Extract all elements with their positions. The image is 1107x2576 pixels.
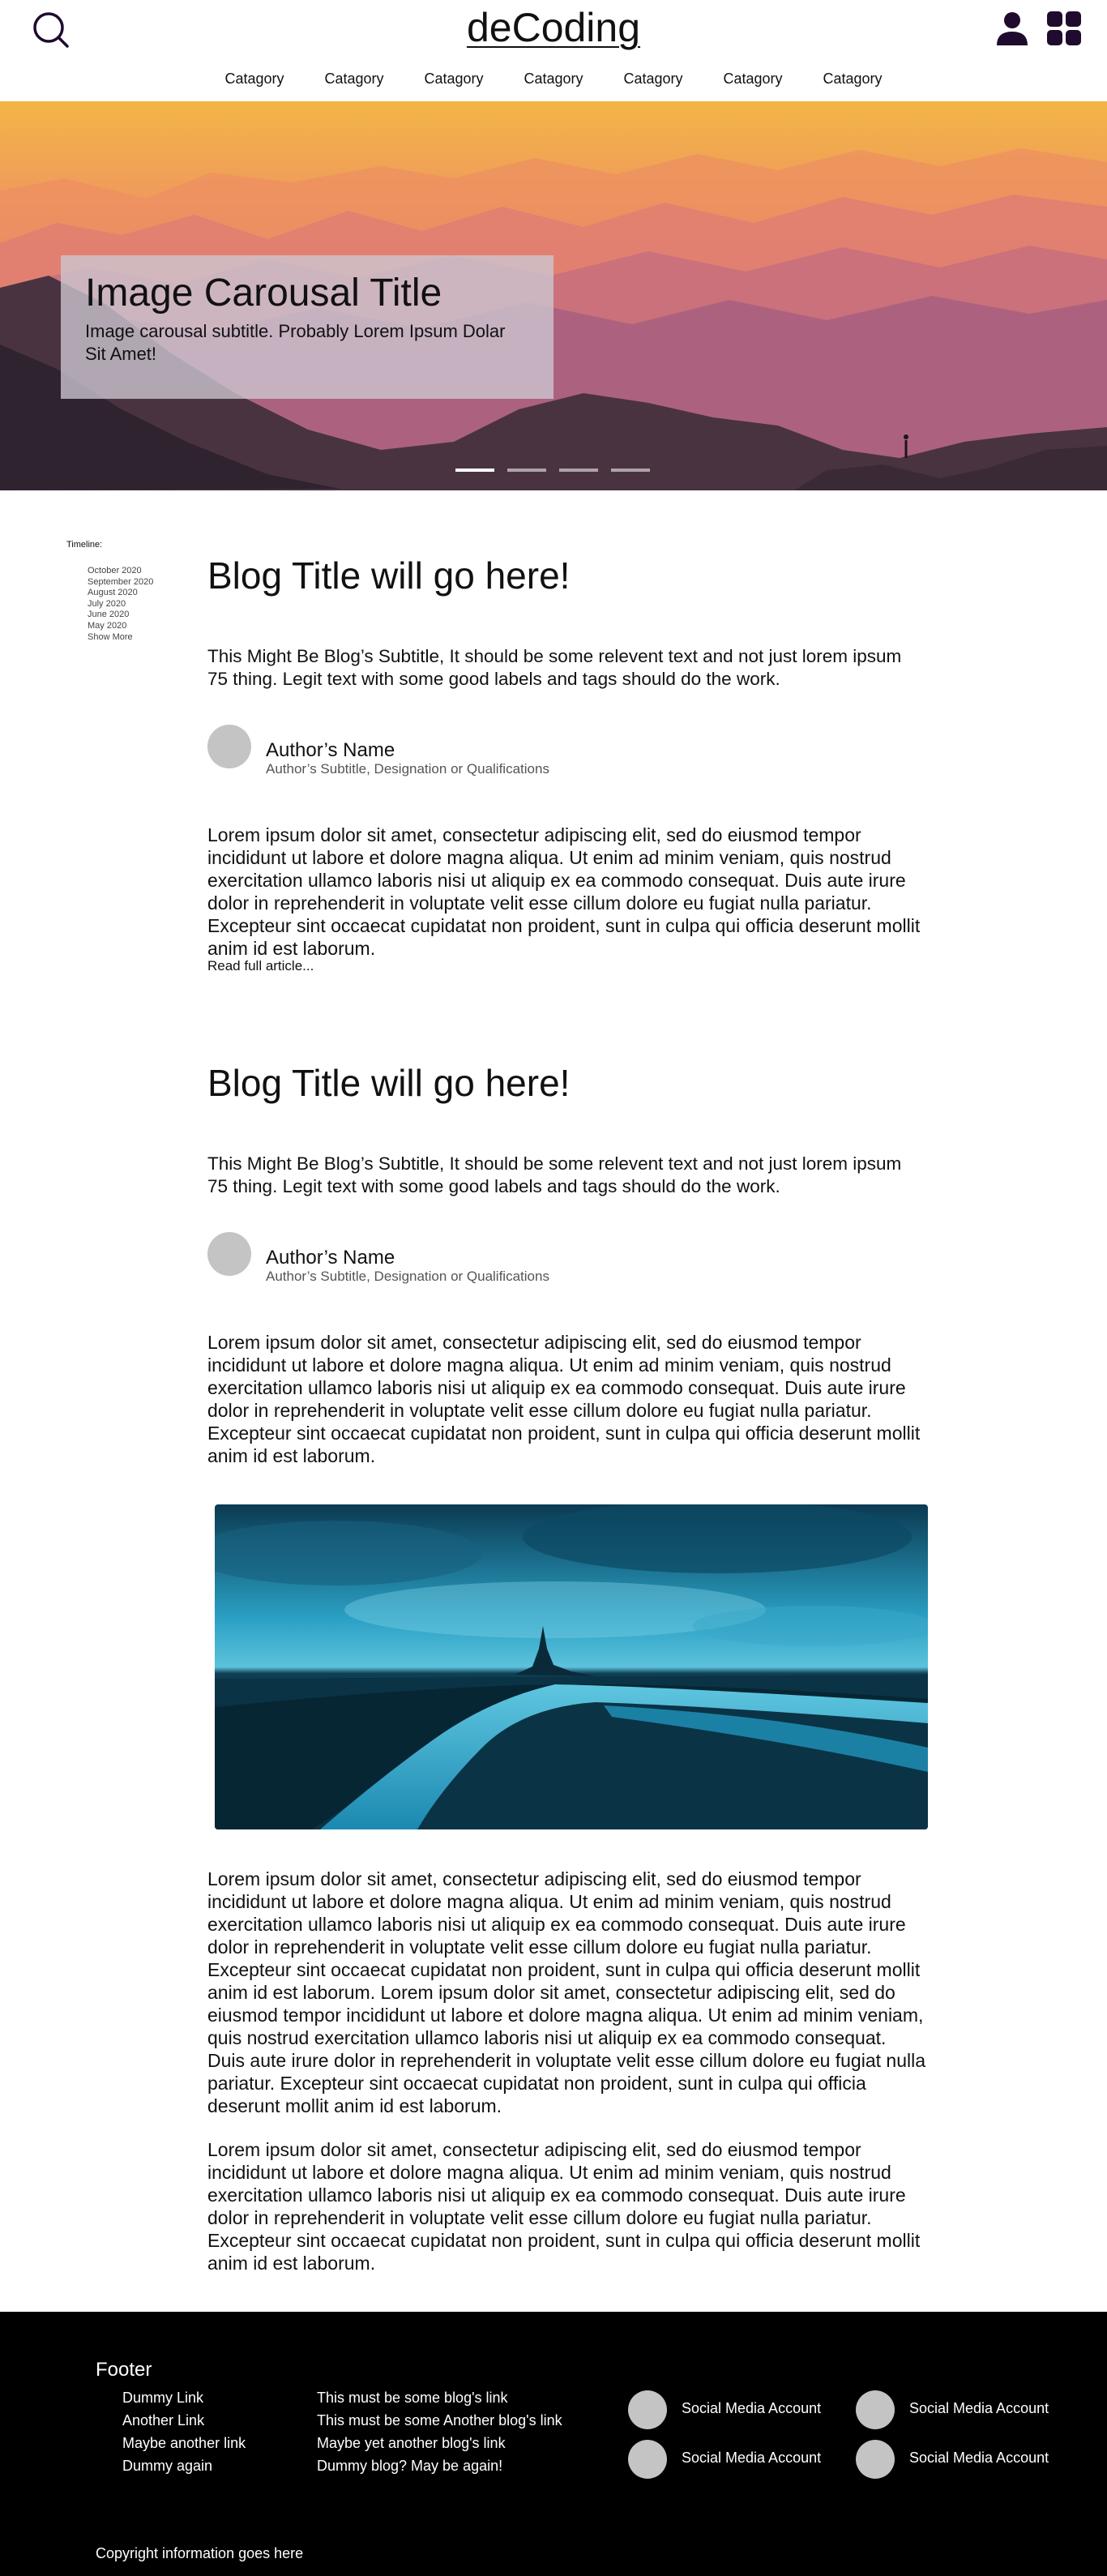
nav-category-2[interactable]: Catagory: [305, 68, 404, 89]
footer-link[interactable]: Dummy again: [122, 2454, 246, 2477]
timeline-item[interactable]: August 2020: [88, 588, 153, 599]
copyright-text: Copyright information goes here: [96, 2545, 304, 2561]
timeline-sidebar: Timeline: October 2020 September 2020 Au…: [66, 540, 153, 643]
footer-link[interactable]: Maybe another link: [122, 2432, 246, 2454]
footer-blog-links: This must be some blog's link This must …: [317, 2386, 562, 2477]
social-media-icon: [856, 2390, 895, 2429]
footer-heading: Footer: [96, 2359, 152, 2381]
nav-category-3[interactable]: Catagory: [404, 68, 504, 89]
timeline-item[interactable]: July 2020: [88, 599, 153, 610]
nav-category-1[interactable]: Catagory: [205, 68, 305, 89]
social-media-icon: [628, 2440, 667, 2479]
blog-title[interactable]: Blog Title will go here!: [207, 1060, 929, 1106]
blog-title[interactable]: Blog Title will go here!: [207, 553, 929, 598]
timeline-item[interactable]: June 2020: [88, 610, 153, 621]
site-header: deCoding Catagory Catagory Catagory Cata…: [0, 0, 1107, 101]
footer-blog-link[interactable]: This must be some blog's link: [317, 2386, 562, 2409]
footer-link[interactable]: Dummy Link: [122, 2386, 246, 2409]
carousel-indicators: [455, 469, 650, 472]
timeline-item[interactable]: September 2020: [88, 577, 153, 588]
carousel-dot-3[interactable]: [559, 469, 598, 472]
avatar[interactable]: [207, 725, 251, 768]
author-subtitle: Author’s Subtitle, Designation or Qualif…: [266, 761, 549, 777]
category-nav: Catagory Catagory Catagory Catagory Cata…: [0, 68, 1107, 89]
blog-paragraph-3: Lorem ipsum dolor sit amet, consectetur …: [207, 2139, 921, 2274]
timeline-item[interactable]: May 2020: [88, 621, 153, 632]
nav-category-5[interactable]: Catagory: [604, 68, 703, 89]
footer-link[interactable]: Another Link: [122, 2409, 246, 2432]
carousel-dot-1[interactable]: [455, 469, 494, 472]
timeline-item[interactable]: October 2020: [88, 566, 153, 577]
author-name[interactable]: Author’s Name: [266, 739, 395, 762]
apps-grid-icon[interactable]: [1045, 10, 1083, 47]
timeline-list: October 2020 September 2020 August 2020 …: [88, 566, 153, 643]
carousel-subtitle: Image carousal subtitle. Probably Lorem …: [85, 321, 506, 364]
avatar[interactable]: [207, 1232, 251, 1276]
blog-subtitle: This Might Be Blog’s Subtitle, It should…: [207, 1153, 902, 1196]
footer-blog-link[interactable]: This must be some Another blog's link: [317, 2409, 562, 2432]
social-media-label: Social Media Account: [909, 2400, 1049, 2416]
social-media-label: Social Media Account: [682, 2450, 822, 2466]
footer-links: Dummy Link Another Link Maybe another li…: [122, 2386, 246, 2477]
hero-carousel[interactable]: Image Carousal Title Image carousal subt…: [0, 101, 1107, 490]
blog-excerpt: Lorem ipsum dolor sit amet, consectetur …: [207, 824, 921, 959]
site-logo: deCoding: [0, 2, 1107, 53]
social-media-icon: [856, 2440, 895, 2479]
social-media-label: Social Media Account: [682, 2400, 822, 2416]
timeline-label: Timeline:: [66, 540, 103, 550]
carousel-dot-4[interactable]: [611, 469, 650, 472]
social-media-label: Social Media Account: [909, 2450, 1049, 2466]
carousel-caption: Image Carousal Title Image carousal subt…: [61, 255, 554, 399]
timeline-show-more[interactable]: Show More: [88, 632, 153, 644]
footer-blog-link[interactable]: Maybe yet another blog's link: [317, 2432, 562, 2454]
author-name[interactable]: Author’s Name: [266, 1247, 395, 1269]
carousel-dot-2[interactable]: [507, 469, 546, 472]
blog-paragraph-1: Lorem ipsum dolor sit amet, consectetur …: [207, 1332, 921, 1466]
nav-category-7[interactable]: Catagory: [803, 68, 903, 89]
blog-paragraph-2: Lorem ipsum dolor sit amet, consectetur …: [207, 1868, 925, 2116]
nav-category-4[interactable]: Catagory: [504, 68, 604, 89]
author-subtitle: Author’s Subtitle, Designation or Qualif…: [266, 1269, 549, 1284]
article-image: [215, 1504, 928, 1829]
nav-category-6[interactable]: Catagory: [703, 68, 803, 89]
read-more-link[interactable]: Read full article...: [207, 958, 314, 974]
user-icon[interactable]: [994, 10, 1031, 47]
footer-blog-link[interactable]: Dummy blog? May be again!: [317, 2454, 562, 2477]
site-footer: Footer Dummy Link Another Link Maybe ano…: [0, 2312, 1107, 2576]
blog-article-2: Blog Title will go here! This Might Be B…: [207, 1060, 929, 1466]
social-media-icon: [628, 2390, 667, 2429]
logo-link[interactable]: deCoding: [467, 5, 640, 50]
carousel-title: Image Carousal Title: [85, 272, 442, 315]
blog-subtitle: This Might Be Blog’s Subtitle, It should…: [207, 646, 902, 689]
blog-article-1: Blog Title will go here! This Might Be B…: [207, 553, 929, 973]
